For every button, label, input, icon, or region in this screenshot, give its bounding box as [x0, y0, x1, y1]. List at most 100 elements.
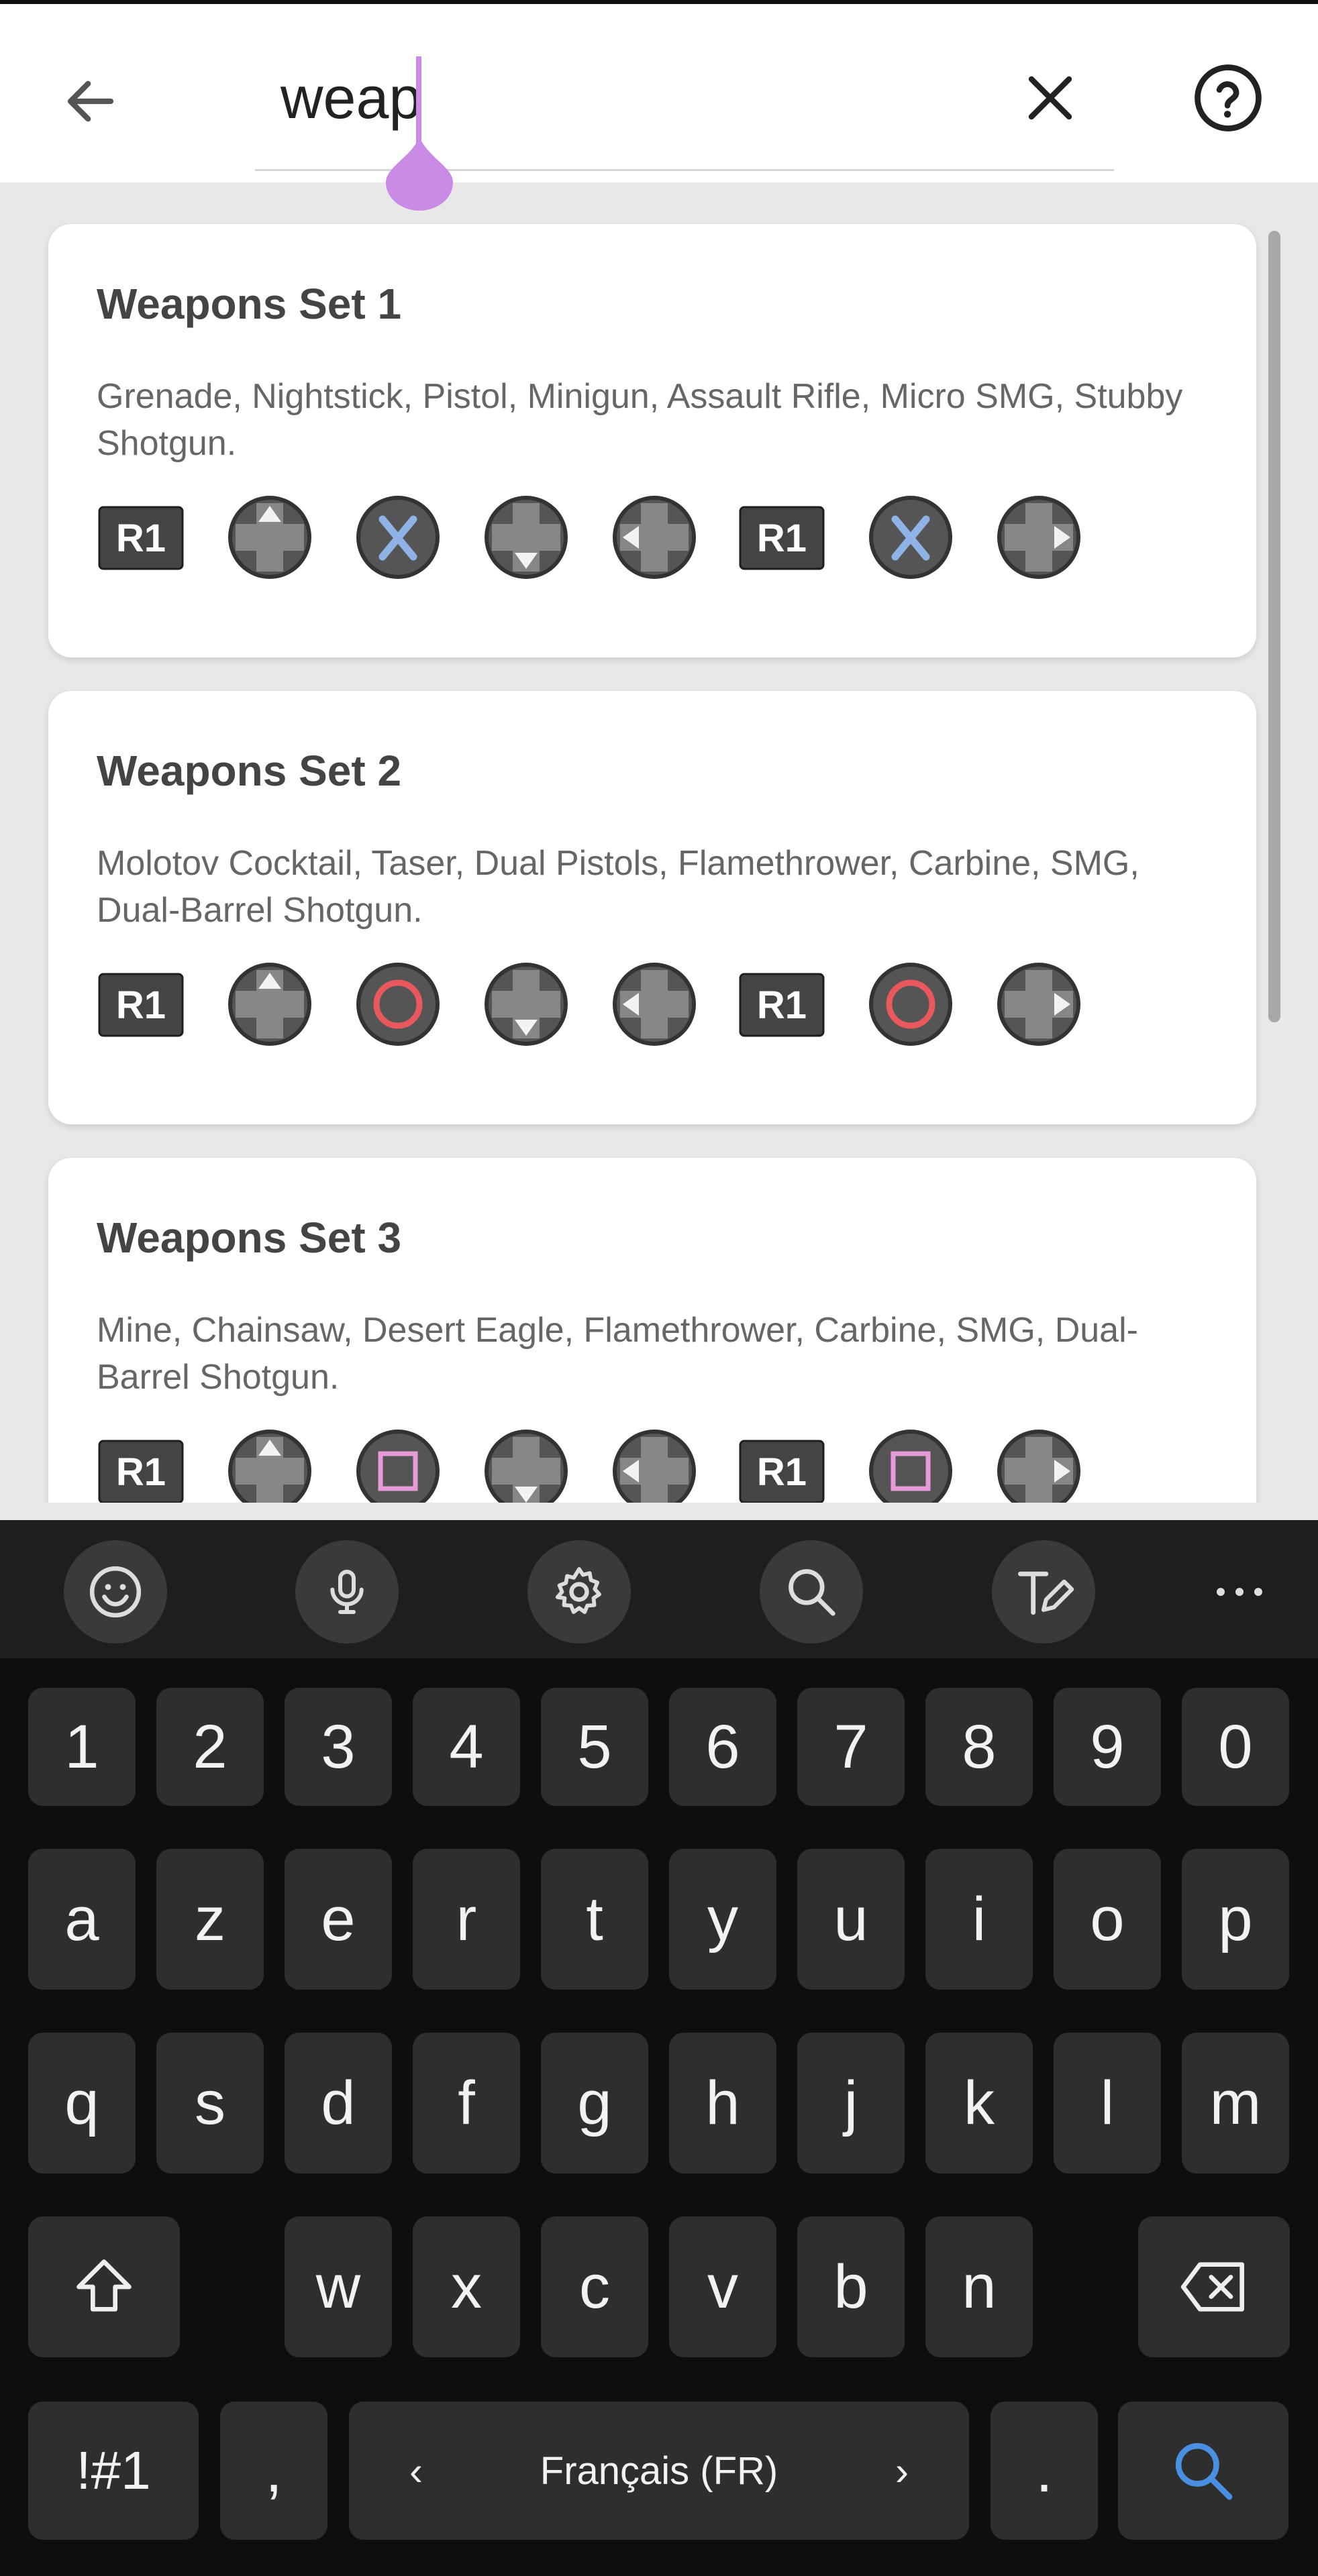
key-t[interactable]: t: [541, 1849, 648, 1990]
key-v[interactable]: v: [669, 2216, 776, 2357]
result-card[interactable]: Weapons Set 2 Molotov Cocktail, Taser, D…: [48, 691, 1256, 1124]
keyboard-toolbar: [0, 1520, 1318, 1658]
dpad-up-icon: [225, 492, 315, 582]
symbols-key[interactable]: !#1: [28, 2402, 199, 2540]
dpad-down-icon: [481, 1426, 571, 1503]
key-1[interactable]: 1: [28, 1688, 136, 1806]
keyboard-search-button[interactable]: [760, 1540, 863, 1644]
search-toolbar: weap: [0, 0, 1318, 211]
key-k[interactable]: k: [925, 2033, 1033, 2174]
key-d[interactable]: d: [285, 2033, 392, 2174]
key-7[interactable]: 7: [797, 1688, 905, 1806]
results-list[interactable]: Weapons Set 1 Grenade, Nightstick, Pisto…: [0, 182, 1318, 1503]
keyboard: 1234567890 azertyuiop qsdfghjklm wxcvbn !#1…: [0, 1520, 1318, 2576]
key-0[interactable]: 0: [1182, 1688, 1289, 1806]
r1-button-icon: R1: [738, 492, 827, 582]
shift-key[interactable]: [28, 2216, 180, 2357]
r1-button-icon: R1: [738, 1426, 827, 1503]
key-9[interactable]: 9: [1054, 1688, 1161, 1806]
text-cursor: [416, 56, 421, 150]
key-3[interactable]: 3: [285, 1688, 392, 1806]
key-p[interactable]: p: [1182, 1849, 1289, 1990]
back-button[interactable]: [47, 58, 134, 145]
key-j[interactable]: j: [797, 2033, 905, 2174]
more-button[interactable]: [1188, 1540, 1291, 1644]
space-key[interactable]: ‹ Français (FR) ›: [349, 2402, 969, 2540]
key-q[interactable]: q: [28, 2033, 136, 2174]
scrollbar[interactable]: [1268, 231, 1280, 1022]
key-n[interactable]: n: [925, 2216, 1033, 2357]
handwriting-button[interactable]: [992, 1540, 1095, 1644]
help-circle-icon: [1195, 64, 1262, 131]
card-description: Mine, Chainsaw, Desert Eagle, Flamethrow…: [97, 1311, 1138, 1397]
comma-key[interactable]: ,: [220, 2402, 327, 2540]
space-language-label: Français (FR): [540, 2449, 778, 2493]
dpad-right-icon: [994, 1426, 1084, 1503]
key-f[interactable]: f: [413, 2033, 520, 2174]
key-4[interactable]: 4: [413, 1688, 520, 1806]
key-2[interactable]: 2: [156, 1688, 264, 1806]
key-c[interactable]: c: [541, 2216, 648, 2357]
voice-input-button[interactable]: [295, 1540, 399, 1644]
key-5[interactable]: 5: [541, 1688, 648, 1806]
search-underline: [255, 169, 1114, 171]
backspace-key[interactable]: [1138, 2216, 1290, 2357]
cross-button-icon: [866, 492, 956, 582]
r1-button-icon: R1: [97, 1426, 187, 1503]
card-description: Grenade, Nightstick, Pistol, Minigun, As…: [97, 377, 1183, 463]
period-key[interactable]: .: [991, 2402, 1098, 2540]
key-l[interactable]: l: [1054, 2033, 1161, 2174]
key-w[interactable]: w: [285, 2216, 392, 2357]
emoji-button[interactable]: [64, 1540, 167, 1644]
result-card[interactable]: Weapons Set 1 Grenade, Nightstick, Pisto…: [48, 224, 1256, 657]
card-title: Weapons Set 3: [97, 1214, 402, 1262]
search-input[interactable]: weap: [281, 58, 421, 138]
dpad-up-icon: [225, 1426, 315, 1503]
key-m[interactable]: m: [1182, 2033, 1289, 2174]
key-b[interactable]: b: [797, 2216, 905, 2357]
handwriting-icon: [1018, 1571, 1074, 1615]
key-e[interactable]: e: [285, 1849, 392, 1990]
result-card[interactable]: Weapons Set 3 Mine, Chainsaw, Desert Eag…: [48, 1158, 1256, 1503]
key-s[interactable]: s: [156, 2033, 264, 2174]
key-y[interactable]: y: [669, 1849, 776, 1990]
arrow-left-icon: [67, 80, 114, 122]
shift-icon: [77, 2259, 132, 2312]
clear-button[interactable]: [1007, 54, 1094, 142]
square-button-icon: [866, 1426, 956, 1503]
svg-text:R1: R1: [757, 517, 807, 560]
key-6[interactable]: 6: [669, 1688, 776, 1806]
keyboard-settings-button[interactable]: [527, 1540, 631, 1644]
r1-button-icon: R1: [97, 959, 187, 1049]
dpad-down-icon: [481, 492, 571, 582]
key-u[interactable]: u: [797, 1849, 905, 1990]
key-x[interactable]: x: [413, 2216, 520, 2357]
key-h[interactable]: h: [669, 2033, 776, 2174]
dpad-right-icon: [994, 492, 1084, 582]
card-title: Weapons Set 2: [97, 747, 402, 795]
key-r[interactable]: r: [413, 1849, 520, 1990]
svg-text:R1: R1: [116, 1450, 166, 1494]
svg-text:R1: R1: [116, 983, 166, 1027]
key-z[interactable]: z: [156, 1849, 264, 1990]
cross-button-icon: [353, 492, 443, 582]
svg-text:R1: R1: [757, 1450, 807, 1494]
key-g[interactable]: g: [541, 2033, 648, 2174]
circle-button-icon: [353, 959, 443, 1049]
card-description: Molotov Cocktail, Taser, Dual Pistols, F…: [97, 844, 1139, 930]
search-action-key[interactable]: [1118, 2402, 1288, 2540]
key-8[interactable]: 8: [925, 1688, 1033, 1806]
dpad-right-icon: [994, 959, 1084, 1049]
key-o[interactable]: o: [1054, 1849, 1161, 1990]
help-button[interactable]: [1184, 54, 1272, 142]
more-icon: [1217, 1588, 1262, 1596]
svg-text:R1: R1: [116, 517, 166, 560]
svg-text:R1: R1: [757, 983, 807, 1027]
key-a[interactable]: a: [28, 1849, 136, 1990]
r1-button-icon: R1: [738, 959, 827, 1049]
card-title: Weapons Set 1: [97, 280, 402, 328]
key-i[interactable]: i: [925, 1849, 1033, 1990]
dpad-left-icon: [609, 1426, 699, 1503]
backspace-icon: [1180, 2262, 1244, 2312]
circle-button-icon: [866, 959, 956, 1049]
